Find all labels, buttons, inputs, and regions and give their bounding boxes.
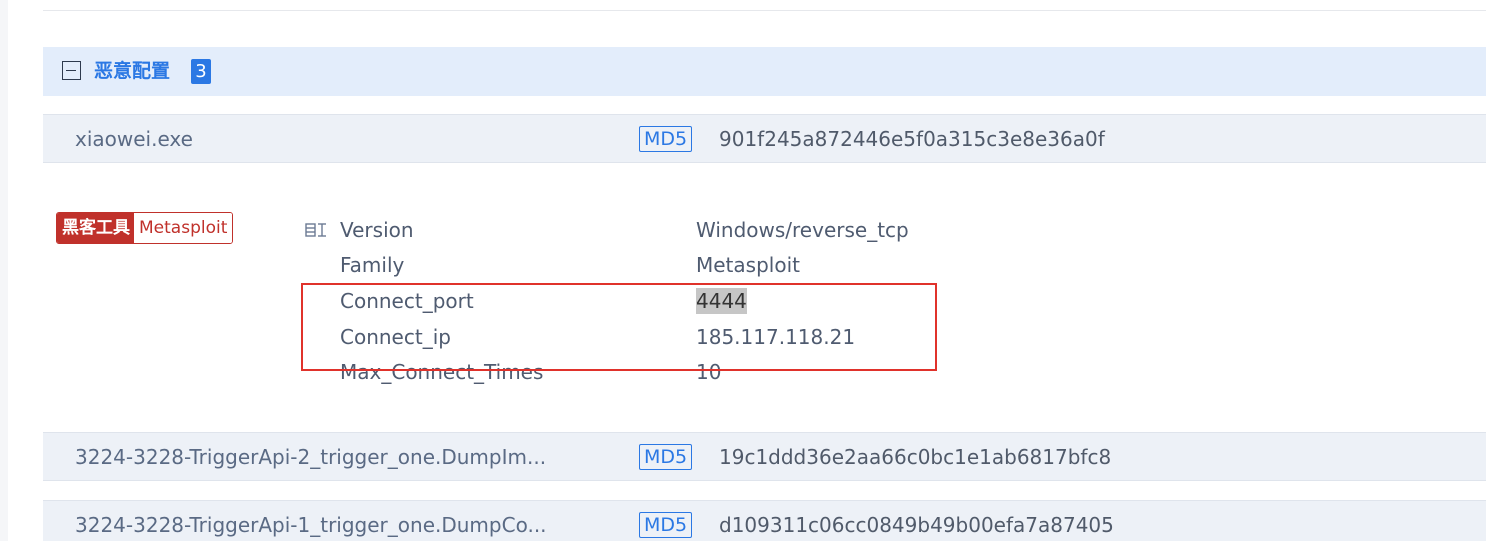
family-tag: 黑客工具 Metasploit <box>56 212 234 244</box>
md5-value: 901f245a872446e5f0a315c3e8e36a0f <box>719 127 1105 151</box>
file-row[interactable]: 3224-3228-TriggerApi-1_trigger_one.DumpC… <box>43 500 1486 541</box>
config-value-selected: 4444 <box>696 288 747 314</box>
config-key: Connect_ip <box>340 325 451 349</box>
config-value: Metasploit <box>696 253 800 277</box>
section-header[interactable]: 恶意配置 3 <box>43 47 1486 96</box>
previous-card-edge <box>43 0 1486 11</box>
file-name: 3224-3228-TriggerApi-1_trigger_one.DumpC… <box>75 513 547 537</box>
config-key: Version <box>340 218 414 242</box>
config-key: Family <box>340 253 405 277</box>
config-value: 185.117.118.21 <box>696 325 856 349</box>
file-row[interactable]: 3224-3228-TriggerApi-2_trigger_one.DumpI… <box>43 432 1486 481</box>
tag-name: Metasploit <box>134 213 233 243</box>
md5-tag: MD5 <box>639 512 693 538</box>
config-list-icon <box>305 223 326 237</box>
malicious-config-panel: 恶意配置 3 xiaowei.exe MD5 901f245a872446e5f… <box>0 0 1486 541</box>
section-title: 恶意配置 <box>94 60 171 82</box>
file-row[interactable]: xiaowei.exe MD5 901f245a872446e5f0a315c3… <box>43 114 1486 163</box>
config-key: Connect_port <box>340 289 474 313</box>
md5-value: 19c1ddd36e2aa66c0bc1e1ab6817bfc8 <box>719 445 1112 469</box>
count-badge: 3 <box>191 59 211 84</box>
config-value: 10 <box>696 360 722 384</box>
md5-tag: MD5 <box>639 126 693 152</box>
md5-value: d109311c06cc0849b49b00efa7a87405 <box>719 513 1114 537</box>
tag-category: 黑客工具 <box>57 213 134 243</box>
config-value: Windows/reverse_tcp <box>696 218 909 242</box>
config-key: Max_Connect_Times <box>340 360 544 384</box>
left-gutter <box>0 0 8 541</box>
minus-square-icon[interactable] <box>62 61 81 80</box>
md5-tag: MD5 <box>639 444 693 470</box>
file-name: 3224-3228-TriggerApi-2_trigger_one.DumpI… <box>75 445 547 469</box>
file-name: xiaowei.exe <box>75 127 193 151</box>
